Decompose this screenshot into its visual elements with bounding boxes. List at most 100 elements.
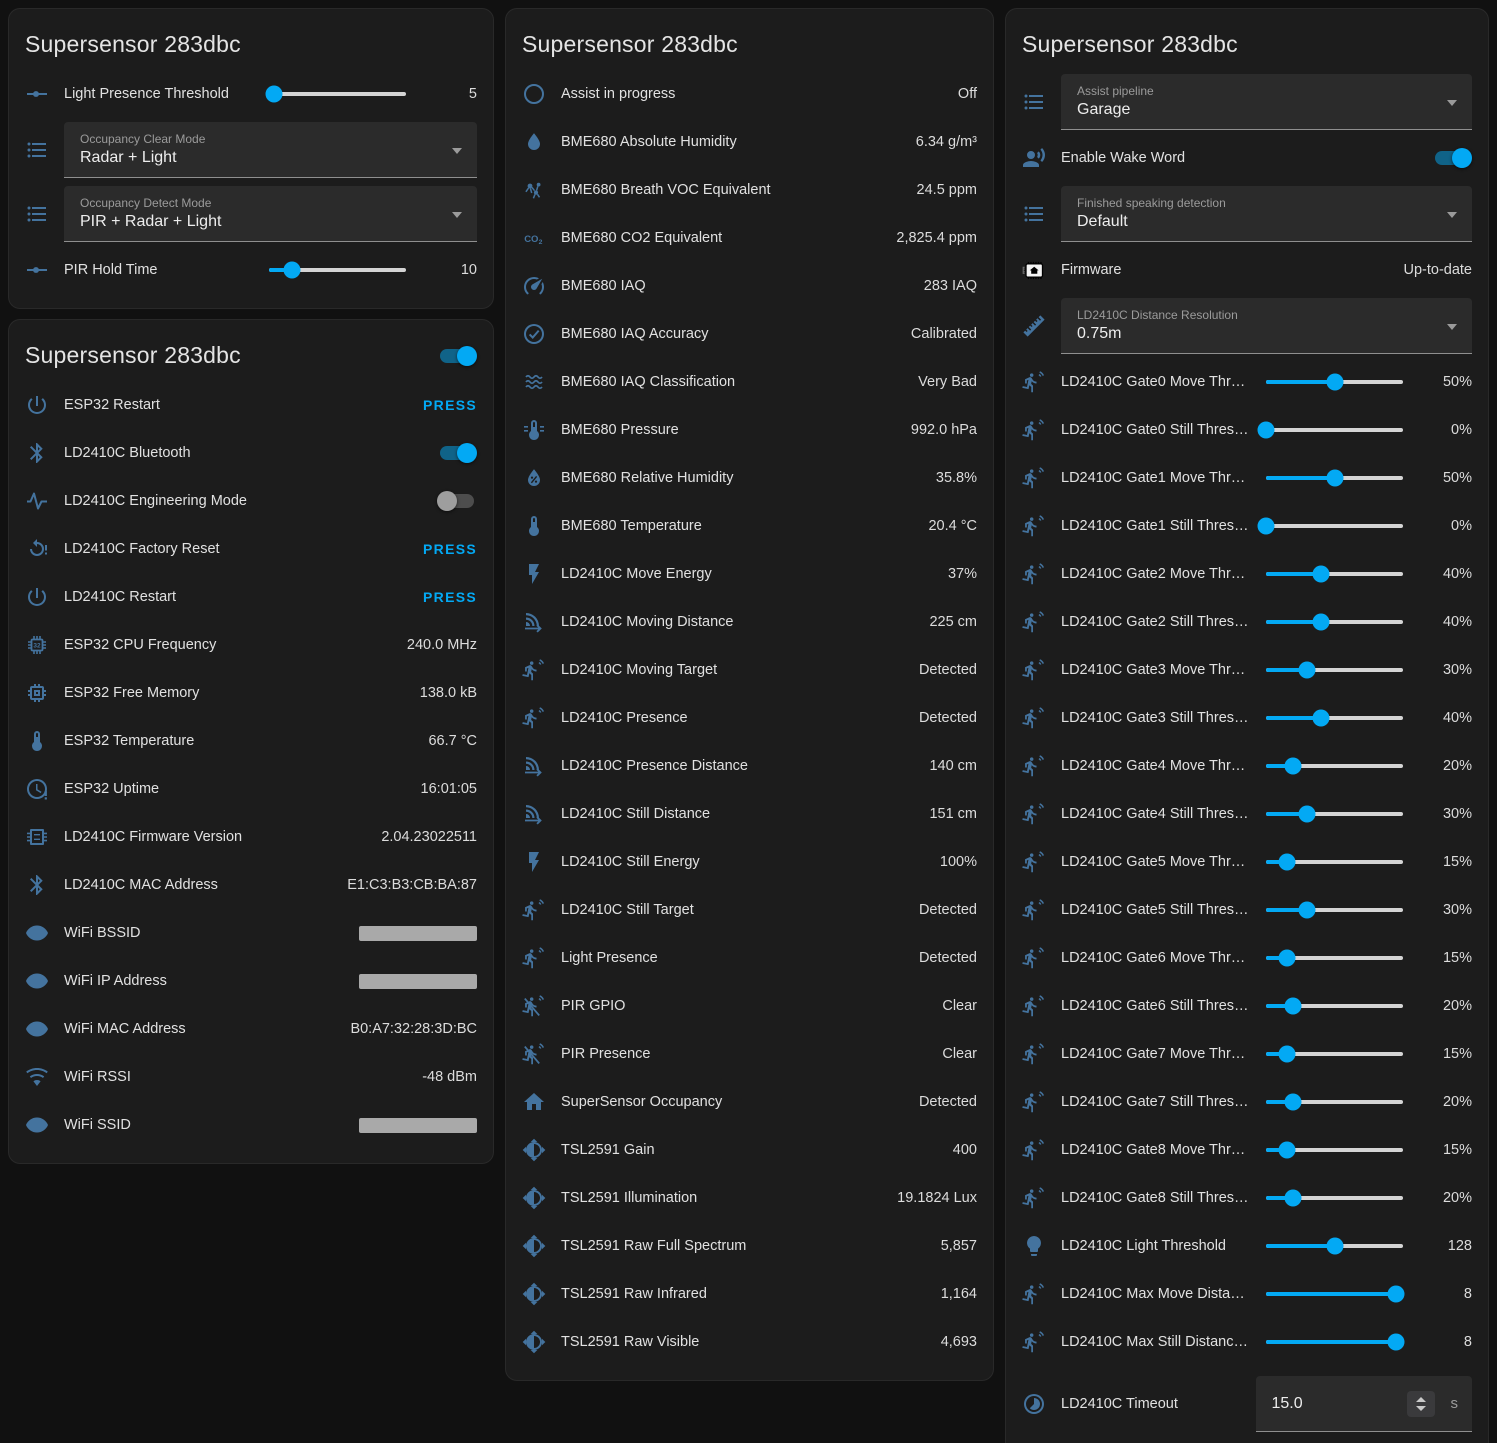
ld2410c-gate2-still-thres-slider[interactable] [1266,606,1403,638]
ld2410c-gate6-move-thr-slider[interactable] [1266,942,1403,974]
ld2410c-gate1-still-thres-slider[interactable] [1266,510,1403,542]
row-bme680-absolute-humidity[interactable]: BME680 Absolute Humidity6.34 g/m³ [506,118,993,166]
slider-knob[interactable] [1285,1094,1302,1111]
slider-knob[interactable] [1299,806,1316,823]
row-esp32-temperature[interactable]: ESP32 Temperature66.7 °C [9,717,493,765]
row-wifi-bssid[interactable]: WiFi BSSID [9,909,493,957]
slider-knob[interactable] [266,86,283,103]
row-ld2410c-moving-target[interactable]: LD2410C Moving TargetDetected [506,646,993,694]
ld2410c-distance-resolution-select[interactable]: LD2410C Distance Resolution0.75m [1061,298,1472,354]
occupancy-clear-mode-select[interactable]: Occupancy Clear ModeRadar + Light [64,122,477,178]
row-ld2410c-presence[interactable]: LD2410C PresenceDetected [506,694,993,742]
ld2410c-gate0-still-thres-slider[interactable] [1266,414,1403,446]
row-bme680-pressure[interactable]: BME680 Pressure992.0 hPa [506,406,993,454]
row-light-presence[interactable]: Light PresenceDetected [506,934,993,982]
row-ld2410c-firmware-version[interactable]: LD2410C Firmware Version2.04.23022511 [9,813,493,861]
ld2410c-timeout-input[interactable]: 15.0s [1256,1376,1473,1432]
row-bme680-iaq-accuracy[interactable]: BME680 IAQ AccuracyCalibrated [506,310,993,358]
finished-speaking-detection-select[interactable]: Finished speaking detectionDefault [1061,186,1472,242]
slider-knob[interactable] [1258,422,1275,439]
slider-knob[interactable] [1278,1142,1295,1159]
ld2410c-gate2-move-thr-slider[interactable] [1266,558,1403,590]
input-value[interactable]: 15.0 [1272,1395,1407,1413]
slider-knob[interactable] [1326,1238,1343,1255]
row-wifi-mac-address[interactable]: WiFi MAC AddressB0:A7:32:28:3D:BC [9,1005,493,1053]
ld2410c-restart-press-button[interactable]: PRESS [423,589,477,605]
slider-knob[interactable] [1326,470,1343,487]
row-bme680-temperature[interactable]: BME680 Temperature20.4 °C [506,502,993,550]
slider-knob[interactable] [1388,1334,1405,1351]
row-tsl2591-gain[interactable]: TSL2591 Gain400 [506,1126,993,1174]
ld2410c-gate4-move-thr-slider[interactable] [1266,750,1403,782]
ld2410c-gate7-still-thres-slider[interactable] [1266,1086,1403,1118]
row-wifi-ssid[interactable]: WiFi SSID [9,1101,493,1149]
ld2410c-gate8-move-thr-slider[interactable] [1266,1134,1403,1166]
stepper[interactable] [1407,1391,1435,1417]
row-tsl2591-raw-visible[interactable]: TSL2591 Raw Visible4,693 [506,1318,993,1366]
row-pir-gpio[interactable]: PIR GPIOClear [506,982,993,1030]
light-presence-threshold-slider[interactable] [269,78,406,110]
slider-knob[interactable] [1278,854,1295,871]
assist-pipeline-select[interactable]: Assist pipelineGarage [1061,74,1472,130]
slider-knob[interactable] [1278,950,1295,967]
row-supersensor-occupancy[interactable]: SuperSensor OccupancyDetected [506,1078,993,1126]
row-firmware[interactable]: FirmwareUp-to-date [1006,246,1488,294]
row-bme680-iaq-classification[interactable]: BME680 IAQ ClassificationVery Bad [506,358,993,406]
slider-knob[interactable] [284,262,301,279]
slider-knob[interactable] [1299,662,1316,679]
slider-knob[interactable] [1312,566,1329,583]
row-ld2410c-moving-distance[interactable]: LD2410C Moving Distance225 cm [506,598,993,646]
ld2410c-max-move-dista-slider[interactable] [1266,1278,1403,1310]
row-wifi-rssi[interactable]: WiFi RSSI-48 dBm [9,1053,493,1101]
ld2410c-light-threshold-slider[interactable] [1266,1230,1403,1262]
slider-knob[interactable] [1285,758,1302,775]
row-bme680-iaq[interactable]: BME680 IAQ283 IAQ [506,262,993,310]
slider-knob[interactable] [1326,374,1343,391]
row-esp32-cpu-frequency[interactable]: 32ESP32 CPU Frequency240.0 MHz [9,621,493,669]
row-pir-presence[interactable]: PIR PresenceClear [506,1030,993,1078]
enable-wake-word-toggle[interactable] [1432,146,1472,170]
row-esp32-free-memory[interactable]: ESP32 Free Memory138.0 kB [9,669,493,717]
row-esp32-uptime[interactable]: ESP32 Uptime16:01:05 [9,765,493,813]
stepper-down-icon[interactable] [1416,1406,1426,1411]
row-ld2410c-still-target[interactable]: LD2410C Still TargetDetected [506,886,993,934]
ld2410c-bluetooth-toggle[interactable] [437,441,477,465]
row-tsl2591-raw-infrared[interactable]: TSL2591 Raw Infrared1,164 [506,1270,993,1318]
ld2410c-gate7-move-thr-slider[interactable] [1266,1038,1403,1070]
ld2410c-gate0-move-thr-slider[interactable] [1266,366,1403,398]
ld2410c-gate3-move-thr-slider[interactable] [1266,654,1403,686]
row-ld2410c-still-energy[interactable]: LD2410C Still Energy100% [506,838,993,886]
slider-knob[interactable] [1299,902,1316,919]
row-ld2410c-still-distance[interactable]: LD2410C Still Distance151 cm [506,790,993,838]
row-ld2410c-move-energy[interactable]: LD2410C Move Energy37% [506,550,993,598]
esp32-restart-press-button[interactable]: PRESS [423,397,477,413]
slider-knob[interactable] [1278,1046,1295,1063]
ld2410c-gate4-still-thres-slider[interactable] [1266,798,1403,830]
slider-knob[interactable] [1258,518,1275,535]
slider-knob[interactable] [1285,1190,1302,1207]
slider-knob[interactable] [1285,998,1302,1015]
row-assist-in-progress[interactable]: Assist in progressOff [506,70,993,118]
ld2410c-gate3-still-thres-slider[interactable] [1266,702,1403,734]
ld2410c-max-still-distanc-slider[interactable] [1266,1326,1403,1358]
row-tsl2591-raw-full-spectrum[interactable]: TSL2591 Raw Full Spectrum5,857 [506,1222,993,1270]
row-ld2410c-presence-distance[interactable]: LD2410C Presence Distance140 cm [506,742,993,790]
row-bme680-co2-equivalent[interactable]: CO2BME680 CO2 Equivalent2,825.4 ppm [506,214,993,262]
row-wifi-ip-address[interactable]: WiFi IP Address [9,957,493,1005]
occupancy-detect-mode-select[interactable]: Occupancy Detect ModePIR + Radar + Light [64,186,477,242]
pir-hold-time-slider[interactable] [269,254,406,286]
row-ld2410c-mac-address[interactable]: LD2410C MAC AddressE1:C3:B3:CB:BA:87 [9,861,493,909]
ld2410c-gate1-move-thr-slider[interactable] [1266,462,1403,494]
ld2410c-gate8-still-thres-slider[interactable] [1266,1182,1403,1214]
row-bme680-breath-voc-equivalent[interactable]: BME680 Breath VOC Equivalent24.5 ppm [506,166,993,214]
row-tsl2591-illumination[interactable]: TSL2591 Illumination19.1824 Lux [506,1174,993,1222]
slider-knob[interactable] [1312,614,1329,631]
ld2410c-factory-reset-press-button[interactable]: PRESS [423,541,477,557]
ld2410c-gate5-move-thr-slider[interactable] [1266,846,1403,878]
ld2410c-engineering-mode-toggle[interactable] [437,489,477,513]
card-header-toggle[interactable] [437,344,477,368]
ld2410c-gate5-still-thres-slider[interactable] [1266,894,1403,926]
row-bme680-relative-humidity[interactable]: BME680 Relative Humidity35.8% [506,454,993,502]
ld2410c-gate6-still-thres-slider[interactable] [1266,990,1403,1022]
slider-knob[interactable] [1312,710,1329,727]
